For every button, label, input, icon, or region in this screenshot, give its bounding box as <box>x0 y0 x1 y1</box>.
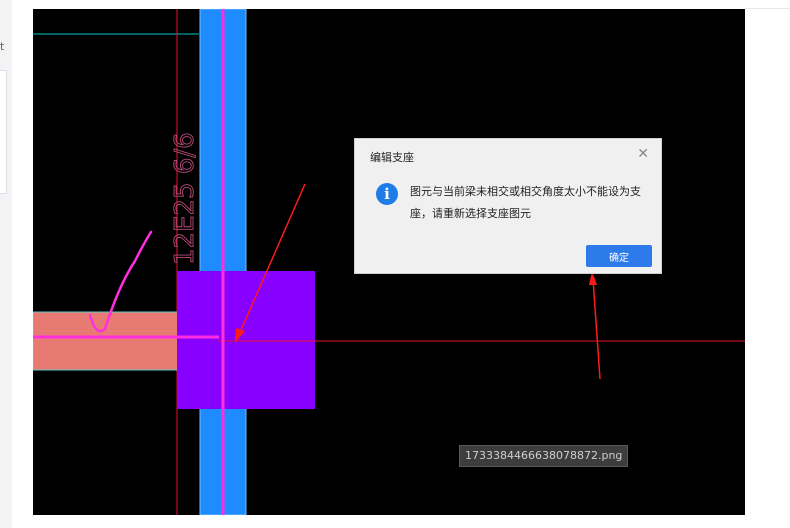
close-icon[interactable]: ✕ <box>637 146 649 162</box>
left-panel-text: t <box>0 40 5 53</box>
edit-support-dialog: 编辑支座 ✕ i 图元与当前梁未相交或相交角度太小不能设为支座，请重新选择支座图… <box>354 138 662 274</box>
ok-button[interactable]: 确定 <box>586 245 652 267</box>
left-panel-box <box>0 70 7 194</box>
filename-label: 1733384466638078872.png <box>459 445 629 467</box>
left-panel-edge: t <box>0 0 12 528</box>
annotation-arrow-2 <box>592 278 601 380</box>
top-divider <box>745 8 790 9</box>
salmon-beam <box>33 311 180 371</box>
dialog-message: 图元与当前梁未相交或相交角度太小不能设为支座，请重新选择支座图元 <box>410 185 641 220</box>
purple-column <box>177 271 315 409</box>
info-icon: i <box>376 183 398 205</box>
beam-vertical-label: 12E25 6/6 <box>170 132 200 265</box>
dialog-title: 编辑支座 <box>370 151 414 164</box>
